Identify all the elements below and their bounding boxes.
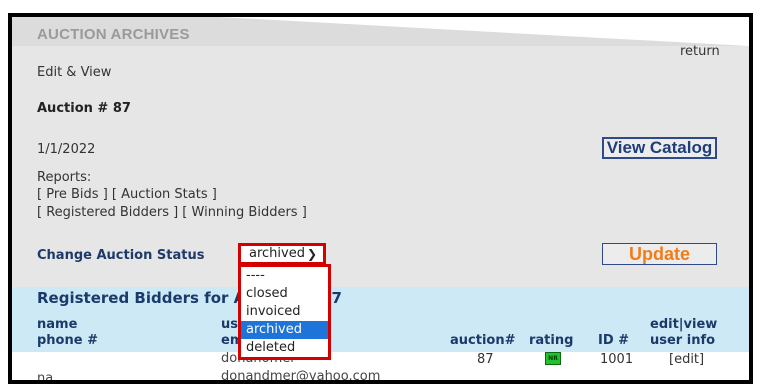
- column-header-name: name: [37, 317, 78, 332]
- status-option-invoiced[interactable]: invoiced: [241, 303, 328, 321]
- column-header-user-info: user info: [650, 333, 716, 348]
- return-link[interactable]: return: [680, 44, 720, 59]
- column-header-auction: auction#: [450, 333, 516, 348]
- rating-badge: NR: [545, 352, 561, 365]
- cell-email: donandmer@yahoo.com: [221, 369, 381, 384]
- cell-id: 1001: [600, 352, 634, 367]
- auction-status-select[interactable]: archived ❯: [238, 243, 326, 265]
- view-catalog-button[interactable]: View Catalog: [602, 137, 717, 159]
- column-header-id: ID #: [598, 333, 630, 348]
- table-row: [12, 352, 749, 380]
- chevron-down-icon: ❯: [306, 247, 317, 261]
- status-option-archived[interactable]: archived: [241, 321, 328, 339]
- cell-auction-number: 87: [477, 352, 494, 367]
- status-option-closed[interactable]: closed: [241, 285, 328, 303]
- subtitle: Edit & View: [37, 65, 112, 80]
- auction-heading: Auction # 87: [37, 101, 131, 116]
- edit-user-link[interactable]: [edit]: [669, 352, 704, 367]
- column-header-phone: phone #: [37, 333, 98, 348]
- page-title: AUCTION ARCHIVES: [37, 26, 190, 43]
- update-button[interactable]: Update: [602, 243, 717, 265]
- cell-phone: na: [37, 371, 54, 384]
- reports-links-row2[interactable]: [ Registered Bidders ] [ Winning Bidders…: [37, 205, 307, 220]
- auction-admin-panel: AUCTION ARCHIVES return Edit & View Auct…: [8, 13, 753, 384]
- reports-label: Reports:: [37, 170, 92, 185]
- column-header-rating: rating: [529, 333, 574, 348]
- reports-links-row1[interactable]: [ Pre Bids ] [ Auction Stats ]: [37, 187, 217, 202]
- change-status-label: Change Auction Status: [37, 248, 205, 263]
- auction-date: 1/1/2022: [37, 142, 96, 157]
- status-select-value: archived: [249, 246, 305, 261]
- status-dropdown-list[interactable]: ---- closed invoiced archived deleted: [238, 264, 331, 360]
- status-option-deleted[interactable]: deleted: [241, 339, 328, 357]
- status-option-blank[interactable]: ----: [241, 267, 328, 285]
- column-header-edit-view: edit|view: [650, 317, 718, 332]
